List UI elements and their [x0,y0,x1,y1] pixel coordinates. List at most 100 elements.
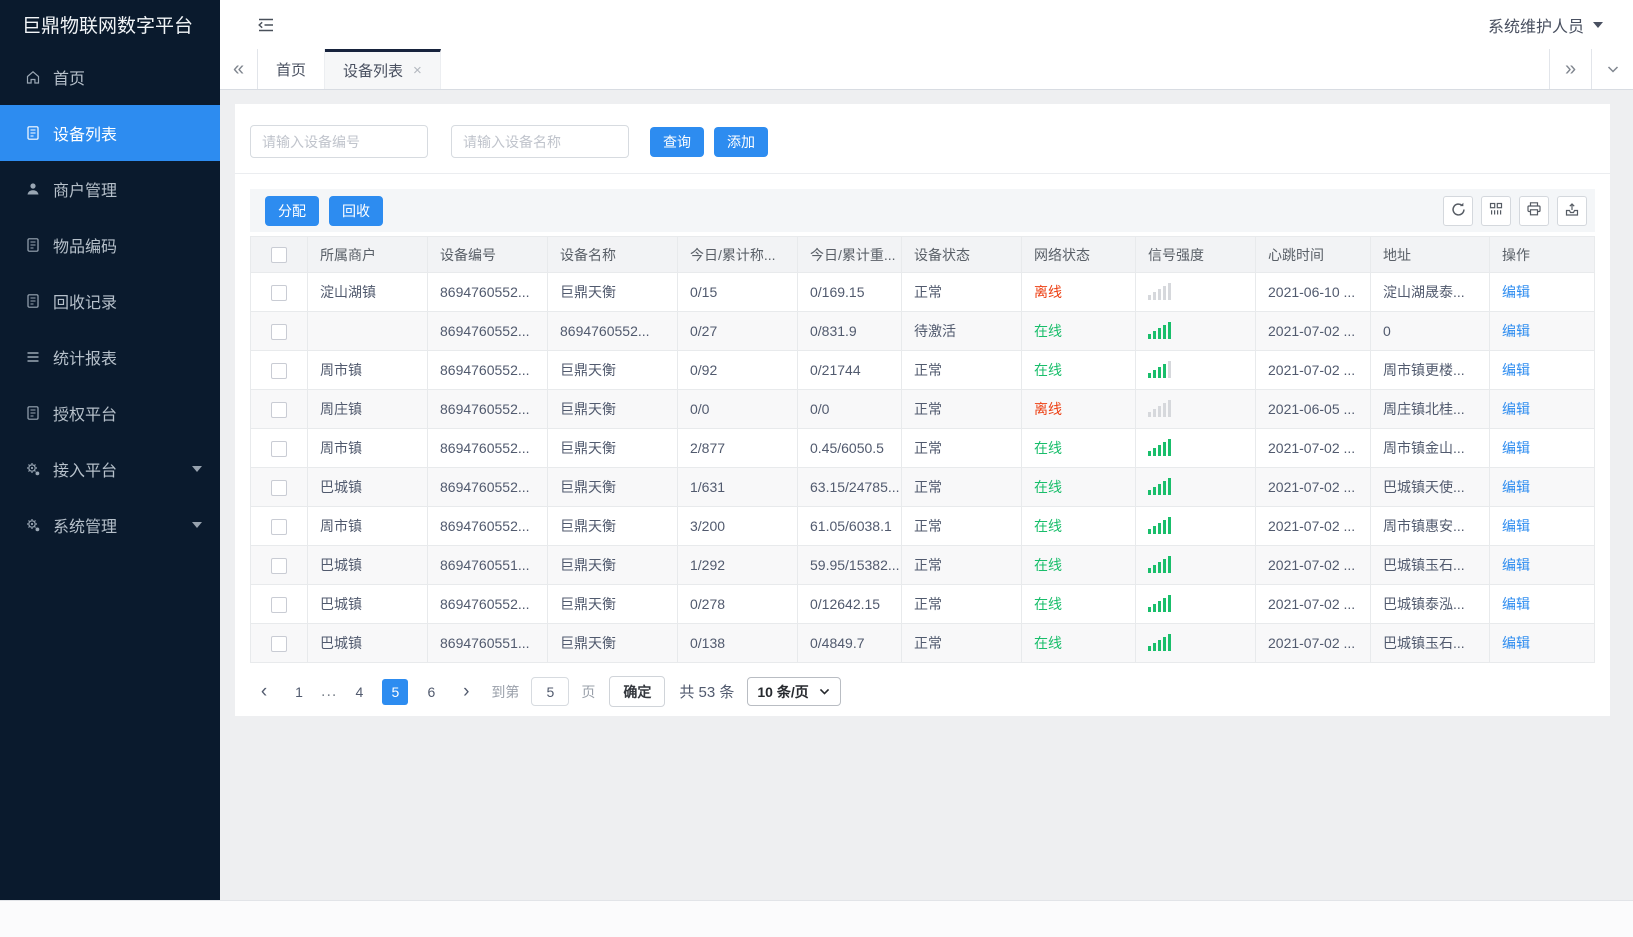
tabs-container: 首页 设备列表 × [258,49,441,89]
sidebar-item-label: 商户管理 [53,183,118,200]
sidebar-item-statistics-report[interactable]: 统计报表 [0,329,220,385]
query-button[interactable]: 查询 [650,126,704,157]
cell-checkbox [250,272,308,312]
export-button[interactable] [1557,195,1587,226]
row-checkbox[interactable] [271,323,287,340]
edit-link[interactable]: 编辑 [1502,635,1530,651]
row-checkbox[interactable] [271,401,287,418]
row-checkbox[interactable] [271,362,287,379]
collapse-sidebar-icon[interactable] [256,15,276,35]
signal-strength-icon [1148,360,1171,378]
cell-device-no: 8694760552... [427,311,548,351]
scroll-tabs-left-button[interactable]: « [220,49,258,89]
column-settings-button[interactable] [1481,195,1511,226]
cell-actions: 编辑 [1489,389,1595,429]
user-icon [24,180,42,198]
cell-checkbox [250,506,308,546]
cell-network-status: 在线 [1021,311,1136,351]
scroll-tabs-right-button[interactable]: » [1549,49,1591,89]
cell-signal [1135,428,1256,468]
table-row: 周庄镇 8694760552... 巨鼎天衡 0/0 0/0 正常 离线 2021-06-05… [250,389,1595,429]
tabs-menu-button[interactable] [1591,49,1633,89]
row-checkbox[interactable] [271,479,287,496]
sidebar-item-home[interactable]: 首页 [0,49,220,105]
cell-network-status: 在线 [1021,506,1136,546]
row-checkbox[interactable] [271,596,287,613]
page-size-select[interactable]: 10 条/页 [747,677,841,706]
assign-button[interactable]: 分配 [265,195,319,226]
select-all-checkbox[interactable] [271,247,287,264]
table-row: 巴城镇 8694760551... 巨鼎天衡 0/138 0/4849.7 正常 在线 202… [250,623,1595,663]
table-row: 淀山湖镇 8694760552... 巨鼎天衡 0/15 0/169.15 正常 离线 202… [250,272,1595,312]
tab-home[interactable]: 首页 [258,49,326,89]
row-checkbox[interactable] [271,557,287,574]
row-checkbox[interactable] [271,284,287,301]
sidebar-item-item-code[interactable]: 物品编码 [0,217,220,273]
edit-link[interactable]: 编辑 [1502,323,1530,339]
cell-heartbeat: 2021-07-02 ... [1255,545,1371,585]
add-button[interactable]: 添加 [714,126,768,157]
sidebar-item-label: 首页 [53,71,86,88]
topbar: 系统维护人员 [220,0,1633,49]
edit-link[interactable]: 编辑 [1502,362,1530,378]
app-root: 巨鼎物联网数字平台 首页 设备列表 商户管理 物品编码 回收记录 统计报表 授权平台 接入平台… [0,0,1633,937]
cell-today-weight: 0/169.15 [797,272,902,312]
page-ellipsis: ... [321,682,338,700]
sidebar-item-access-platform[interactable]: 接入平台 [0,441,220,497]
sidebar-item-merchant-management[interactable]: 商户管理 [0,161,220,217]
table-row: 周市镇 8694760552... 巨鼎天衡 2/877 0.45/6050.5 正常 在线… [250,428,1595,468]
cell-network-status: 在线 [1021,545,1136,585]
cell-checkbox [250,311,308,351]
prev-page-button[interactable]: ‹ [253,681,275,703]
cell-device-no: 8694760552... [427,467,548,507]
cell-signal [1135,545,1256,585]
user-menu[interactable]: 系统维护人员 [1488,13,1603,37]
edit-link[interactable]: 编辑 [1502,401,1530,417]
edit-link[interactable]: 编辑 [1502,284,1530,300]
cell-address: 周市镇更楼... [1370,350,1490,390]
print-button[interactable] [1519,195,1549,226]
row-checkbox[interactable] [271,518,287,535]
page-button[interactable]: 1 [286,679,312,705]
cell-signal [1135,623,1256,663]
cell-today-weight: 59.95/15382... [797,545,902,585]
edit-link[interactable]: 编辑 [1502,596,1530,612]
device-no-input[interactable] [250,125,428,158]
refresh-button[interactable] [1443,195,1473,226]
next-page-button[interactable]: › [455,681,477,703]
edit-link[interactable]: 编辑 [1502,440,1530,456]
row-checkbox[interactable] [271,440,287,457]
header-cell: 操作 [1489,236,1595,273]
sidebar-item-authorized-platform[interactable]: 授权平台 [0,385,220,441]
device-name-input[interactable] [451,125,629,158]
cell-device-name: 巨鼎天衡 [547,506,678,546]
cell-device-name: 巨鼎天衡 [547,350,678,390]
edit-link[interactable]: 编辑 [1502,557,1530,573]
cell-device-name: 巨鼎天衡 [547,428,678,468]
cell-device-status: 正常 [901,584,1022,624]
gear-icon [24,460,42,478]
close-icon[interactable]: × [413,62,422,79]
page-button[interactable]: 5 [382,678,409,705]
recycle-button[interactable]: 回收 [329,195,383,226]
page-button[interactable]: 4 [346,679,372,705]
edit-link[interactable]: 编辑 [1502,479,1530,495]
confirm-page-button[interactable]: 确定 [609,676,666,707]
page-button[interactable]: 6 [418,679,444,705]
goto-prefix-label: 到第 [491,683,520,700]
cell-signal [1135,350,1256,390]
cell-device-no: 8694760551... [427,623,548,663]
cell-today-weight: 63.15/24785... [797,467,902,507]
edit-link[interactable]: 编辑 [1502,518,1530,534]
goto-page-input[interactable] [531,677,570,706]
cell-today-weight: 0/21744 [797,350,902,390]
sidebar-item-device-list[interactable]: 设备列表 [0,105,220,161]
header-cell-checkbox [250,236,308,273]
tab-device-list[interactable]: 设备列表 × [325,49,441,89]
sidebar-item-recycle-records[interactable]: 回收记录 [0,273,220,329]
signal-strength-icon [1148,594,1171,612]
row-checkbox[interactable] [271,635,287,652]
cell-address: 淀山湖晟泰... [1370,272,1490,312]
sidebar-item-system-management[interactable]: 系统管理 [0,497,220,553]
tab-bar: « 首页 设备列表 × » [220,49,1633,90]
